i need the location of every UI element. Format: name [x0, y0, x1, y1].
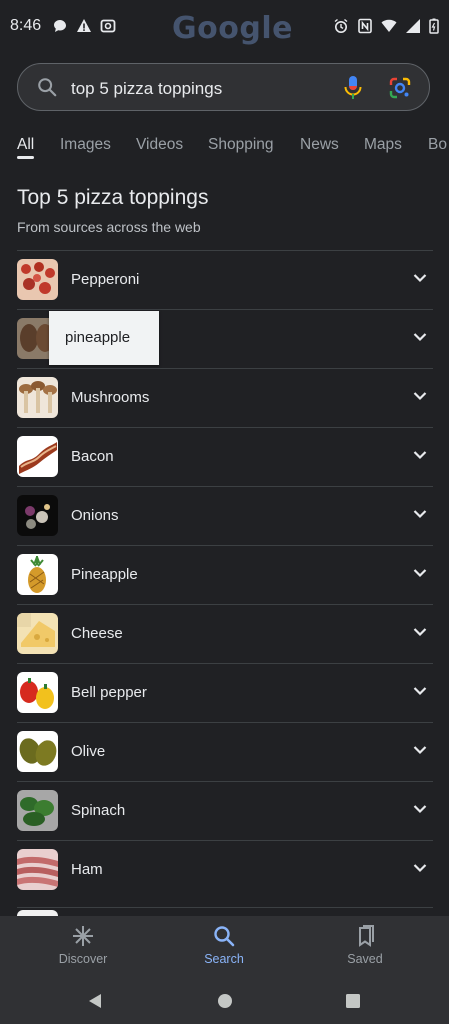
- tab-videos[interactable]: Videos: [136, 136, 183, 154]
- bottom-nav: Discover Search Saved: [0, 916, 449, 980]
- active-tab-indicator: [17, 156, 34, 159]
- google-logo: Google: [172, 11, 293, 46]
- alarm-icon: [334, 18, 348, 33]
- tab-books[interactable]: Bo: [428, 136, 447, 154]
- search-input[interactable]: top 5 pizza toppings: [71, 79, 222, 99]
- item-label: Onions: [71, 507, 119, 524]
- list-item-pineapple[interactable]: Pineapple: [17, 545, 433, 604]
- bookmarks-icon: [359, 925, 374, 947]
- status-right-icons: [333, 18, 439, 34]
- signal-icon: [406, 19, 420, 33]
- item-label: Pineapple: [71, 566, 138, 583]
- chevron-down-icon[interactable]: [413, 391, 427, 401]
- microphone-icon[interactable]: [343, 75, 363, 101]
- ham-thumbnail: [17, 849, 58, 890]
- results-subtitle: From sources across the web: [17, 219, 201, 235]
- chevron-down-icon[interactable]: [413, 450, 427, 460]
- google-lens-icon[interactable]: [388, 76, 412, 100]
- bacon-thumbnail: [17, 436, 58, 477]
- chat-bubble-icon: [54, 20, 66, 32]
- home-icon[interactable]: [216, 992, 234, 1010]
- item-label: Olive: [71, 743, 106, 760]
- chevron-down-icon[interactable]: [413, 863, 427, 873]
- list-item-mushrooms[interactable]: Mushrooms: [17, 368, 433, 427]
- back-icon[interactable]: [86, 992, 104, 1010]
- status-left-icons: [52, 18, 116, 34]
- wifi-icon: [381, 19, 397, 32]
- item-label: Pepperoni: [71, 271, 140, 288]
- list-item-spinach[interactable]: Spinach: [17, 781, 433, 840]
- tooltip: pineapple: [49, 311, 159, 365]
- chevron-down-icon[interactable]: [413, 509, 427, 519]
- list-item-pepperoni[interactable]: Pepperoni: [17, 250, 433, 309]
- chevron-down-icon[interactable]: [413, 332, 427, 342]
- chevron-down-icon[interactable]: [413, 686, 427, 696]
- chevron-down-icon[interactable]: [413, 568, 427, 578]
- onions-thumbnail: [17, 495, 58, 536]
- bell-pepper-thumbnail: [17, 672, 58, 713]
- tab-shopping[interactable]: Shopping: [208, 136, 274, 154]
- tab-maps[interactable]: Maps: [364, 136, 402, 154]
- nav-search-label: Search: [204, 952, 244, 966]
- list-item-olive[interactable]: Olive: [17, 722, 433, 781]
- nav-saved-label: Saved: [347, 952, 383, 966]
- cast-icon: [100, 19, 116, 33]
- chevron-down-icon[interactable]: [413, 627, 427, 637]
- chevron-down-icon[interactable]: [413, 804, 427, 814]
- search-tabs: All Images Videos Shopping News Maps Bo: [0, 124, 449, 164]
- asterisk-icon: [73, 926, 93, 946]
- item-label: Bacon: [71, 448, 114, 465]
- battery-icon: [429, 18, 439, 34]
- nav-search[interactable]: Search: [174, 924, 274, 966]
- nav-saved[interactable]: Saved: [315, 924, 415, 966]
- nav-discover-label: Discover: [58, 952, 108, 966]
- list-item-cheese[interactable]: Cheese: [17, 604, 433, 663]
- search-bar[interactable]: top 5 pizza toppings: [17, 63, 430, 111]
- nfc-icon: [358, 18, 372, 34]
- system-nav-bar: [0, 980, 449, 1024]
- google-logo-text: Google: [172, 11, 293, 46]
- chevron-down-icon[interactable]: [413, 745, 427, 755]
- item-label: Bell pepper: [71, 684, 147, 701]
- search-icon: [38, 78, 57, 97]
- tab-news[interactable]: News: [300, 136, 339, 154]
- warning-icon: [77, 19, 91, 32]
- tab-images[interactable]: Images: [60, 136, 111, 154]
- results-title: Top 5 pizza toppings: [17, 186, 209, 209]
- olive-thumbnail: [17, 731, 58, 772]
- item-label: Cheese: [71, 625, 123, 642]
- status-time: 8:46: [10, 17, 42, 34]
- tooltip-text: pineapple: [65, 329, 131, 346]
- recents-icon[interactable]: [344, 992, 362, 1010]
- search-icon: [214, 926, 235, 947]
- cheese-thumbnail: [17, 613, 58, 654]
- item-label: Spinach: [71, 802, 126, 819]
- chevron-down-icon[interactable]: [413, 273, 427, 283]
- spinach-thumbnail: [17, 790, 58, 831]
- list-item-bell-pepper[interactable]: Bell pepper: [17, 663, 433, 722]
- nav-discover[interactable]: Discover: [33, 924, 133, 966]
- list-item-onions[interactable]: Onions: [17, 486, 433, 545]
- mushrooms-thumbnail: [17, 377, 58, 418]
- tab-all[interactable]: All: [17, 136, 34, 154]
- item-label: Mushrooms: [71, 389, 150, 406]
- item-label: Ham: [71, 861, 103, 878]
- pineapple-thumbnail: [17, 554, 58, 595]
- pepperoni-thumbnail: [17, 259, 58, 300]
- list-item-ham[interactable]: Ham: [17, 840, 433, 899]
- list-item-bacon[interactable]: Bacon: [17, 427, 433, 486]
